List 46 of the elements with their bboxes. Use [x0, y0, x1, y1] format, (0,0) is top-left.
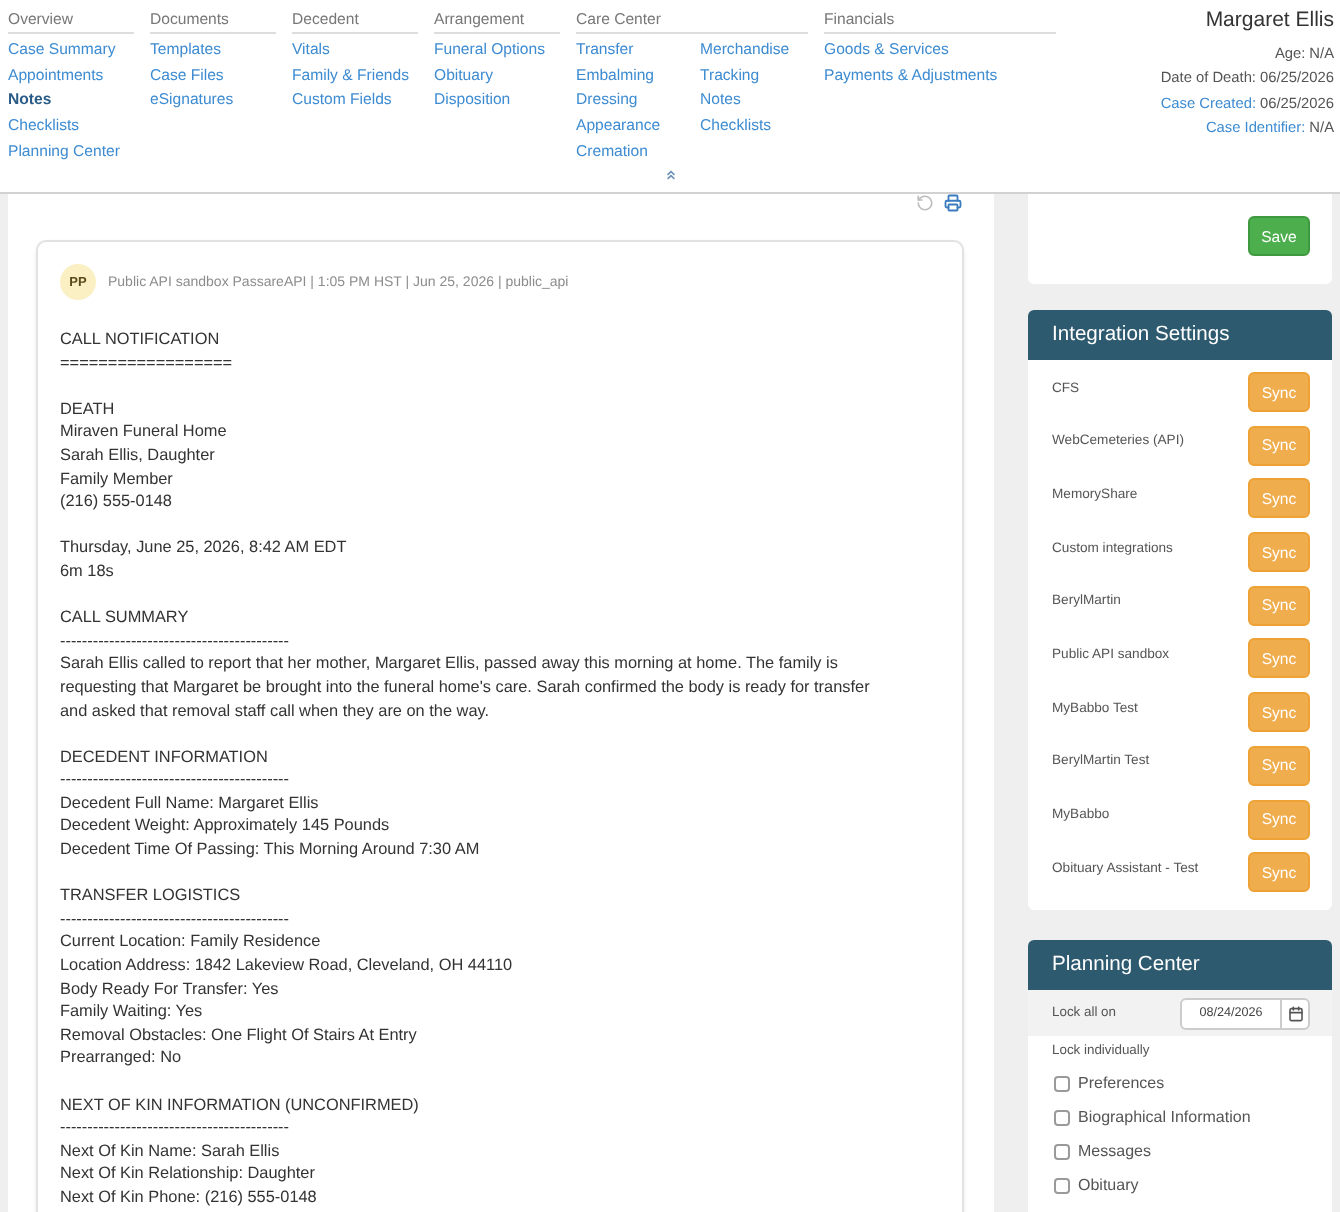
checkbox-label: Preferences — [1078, 1074, 1165, 1093]
panel-title: Planning Center — [1028, 940, 1332, 991]
note-text: Family Waiting: Yes — [60, 1000, 203, 1024]
note-text: Prearranged: No — [60, 1046, 182, 1070]
checkbox[interactable] — [1054, 1177, 1070, 1194]
checkbox-label: Biographical Information — [1078, 1108, 1251, 1127]
note-text: NEXT OF KIN INFORMATION (UNCONFIRMED) — [60, 1093, 419, 1117]
calendar-icon — [1287, 1005, 1303, 1022]
checkbox[interactable] — [1054, 1109, 1070, 1126]
note-text: ================== — [60, 351, 233, 375]
note-text: ------------------------------------------ — [60, 629, 290, 653]
note-text: Next Of Kin Relationship: Daughter — [60, 1162, 315, 1186]
note-text: TRANSFER LOGISTICS — [60, 884, 241, 908]
note-text: Decedent Weight: Approximately 145 Pounds — [60, 814, 390, 839]
note-text: CALL SUMMARY — [60, 606, 189, 630]
print-icon[interactable] — [944, 194, 962, 212]
note-text: Miraven Funeral Home — [60, 420, 227, 444]
note-text: Thursday, June 25, 2026, 8:42 AM EDT — [60, 536, 347, 560]
checkbox-label: Messages — [1078, 1142, 1151, 1161]
note-text: DEATH — [60, 397, 115, 421]
note-text: Next Of Kin Phone: (216) 555-0148 — [60, 1185, 317, 1210]
note-text: (216) 555-0148 — [60, 490, 172, 514]
note-text: ------------------------------------------ — [60, 1116, 290, 1140]
note-text: Current Location: Family Residence — [60, 930, 321, 955]
note-text: Decedent Time Of Passing: This Morning Around 7:30 AM — [60, 838, 480, 862]
note-text: DECEDENT INFORMATION — [60, 745, 268, 769]
note-text: Body Ready For Transfer: Yes — [60, 977, 279, 1001]
note-text: Location Address: 1842 Lakeview Road, Cleveland, OH 44110 — [60, 954, 513, 978]
collapse-icon[interactable] — [664, 168, 678, 183]
checkbox[interactable] — [1054, 1143, 1070, 1160]
note-text: Sarah Ellis, Daughter — [60, 443, 215, 468]
checkbox-label: Obituary — [1078, 1176, 1139, 1195]
note-text: 6m 18s — [60, 559, 114, 584]
note-text: Family Member — [60, 467, 173, 491]
note-text: Next Of Kin Name: Sarah Ellis — [60, 1139, 280, 1163]
note-text: CALL NOTIFICATION — [60, 328, 220, 352]
note-text: Removal Obstacles: One Flight Of Stairs At Entry — [60, 1023, 417, 1047]
panel-title: Integration Settings — [1028, 310, 1332, 360]
note-text: Decedent Full Name: Margaret Ellis — [60, 791, 319, 815]
checkbox[interactable] — [1054, 1075, 1070, 1092]
note-text: ------------------------------------------ — [60, 907, 290, 931]
patient-name: Margaret Ellis — [1205, 6, 1334, 34]
calendar-button[interactable] — [1282, 997, 1310, 1030]
refresh-icon[interactable] — [916, 194, 934, 212]
note-text: ------------------------------------------ — [60, 768, 290, 792]
note-text: Sarah Ellis called to report that her mother, Margaret Ellis, passed away this morning at home. The family is requesting that Margaret be brought into the funeral home's care. Sarah confirmed the body is ready for transfer and asked that removal staff call when they are on the way. — [60, 652, 872, 723]
